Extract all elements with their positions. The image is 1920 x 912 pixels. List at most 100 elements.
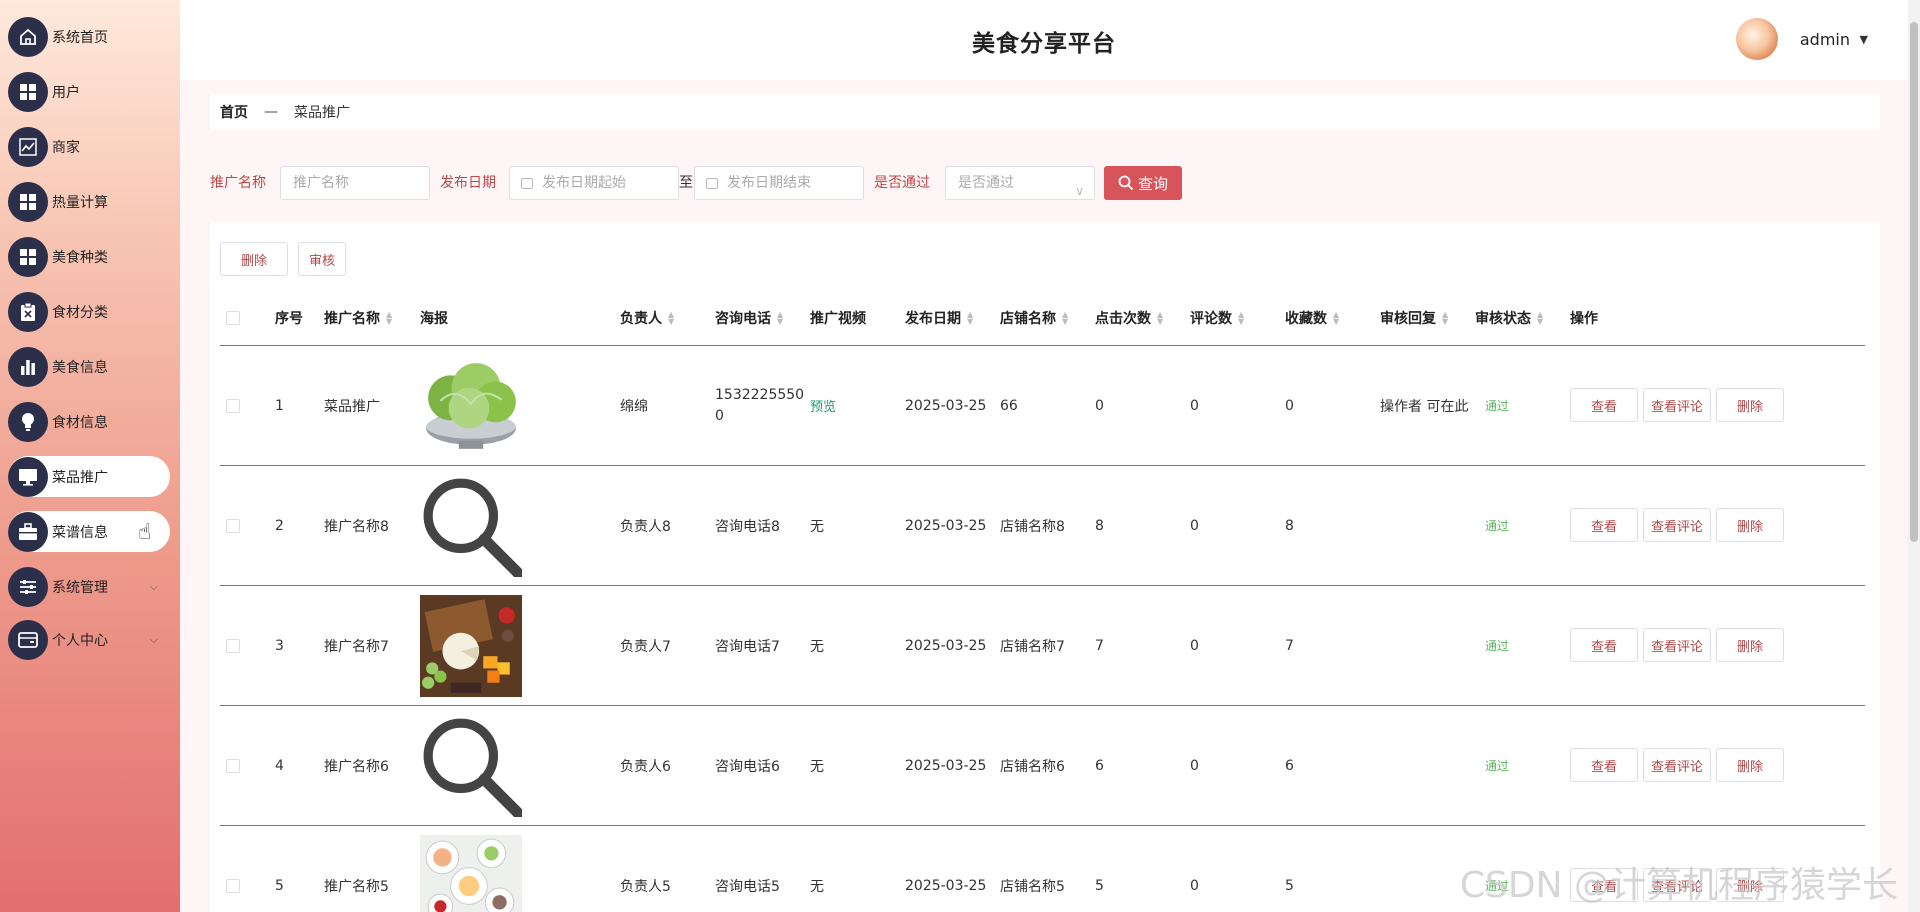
calendar-icon	[521, 178, 533, 189]
scrollbar-thumb[interactable]	[1910, 22, 1918, 542]
sidebar-item-dish-promotion[interactable]: 菜品推广	[8, 456, 170, 497]
header-date[interactable]: 发布日期 ▲ ▼	[905, 290, 973, 345]
sidebar-item-label: 食材信息	[52, 414, 108, 431]
sort-icon[interactable]: ▲ ▼	[668, 310, 674, 325]
view-comments-button[interactable]: 查看评论	[1643, 388, 1711, 422]
select-all-checkbox[interactable]	[226, 290, 240, 345]
date-start-input[interactable]: 发布日期起始	[509, 166, 679, 200]
header-reply[interactable]: 审核回复 ▲ ▼	[1380, 290, 1448, 345]
pass-select[interactable]: 是否通过 ∨	[945, 166, 1095, 200]
checkbox[interactable]	[226, 638, 240, 653]
header-name[interactable]: 推广名称 ▲ ▼	[324, 290, 392, 345]
delete-row-button[interactable]: 删除	[1716, 748, 1784, 782]
cell-poster[interactable]	[420, 586, 522, 705]
view-button[interactable]: 查看	[1570, 388, 1638, 422]
delete-row-button[interactable]: 删除	[1716, 508, 1784, 542]
row-checkbox-cell[interactable]	[226, 346, 240, 465]
date-end-input[interactable]: 发布日期结束	[694, 166, 864, 200]
poster-image-table-spread[interactable]	[420, 834, 522, 912]
sidebar-item-merchant[interactable]: 商家	[8, 126, 170, 167]
avatar[interactable]	[1736, 18, 1778, 60]
delete-row-button[interactable]: 删除	[1716, 388, 1784, 422]
breadcrumb: 首页 — 菜品推广	[210, 94, 1880, 130]
cell-comments: 0	[1190, 877, 1199, 894]
checkbox[interactable]	[226, 878, 240, 893]
user-name[interactable]: admin	[1800, 30, 1850, 49]
sidebar-item-ingredient-info[interactable]: 食材信息	[8, 401, 170, 442]
checkbox[interactable]	[226, 398, 240, 413]
header-favorites[interactable]: 收藏数 ▲ ▼	[1285, 290, 1339, 345]
sort-icon[interactable]: ▲ ▼	[777, 310, 783, 325]
cell-video[interactable]: 预览	[810, 346, 836, 465]
sidebar-item-system-management[interactable]: 系统管理 ⌵	[8, 566, 170, 607]
header-clicks[interactable]: 点击次数 ▲ ▼	[1095, 290, 1163, 345]
audit-button[interactable]: 审核	[298, 242, 346, 276]
delete-row-button[interactable]: 删除	[1716, 628, 1784, 662]
header-index: 序号	[275, 290, 303, 345]
cell-shop: 店铺名称5	[1000, 878, 1065, 895]
grid-icon	[8, 181, 48, 222]
sidebar: 系统首页 用户 商家 热量计算 美食种类 食材分类 美食信息 食材信息 菜品推广…	[0, 0, 180, 912]
header-phone[interactable]: 咨询电话 ▲ ▼	[715, 290, 783, 345]
cell-poster[interactable]	[420, 826, 522, 912]
sidebar-item-calorie[interactable]: 热量计算	[8, 181, 170, 222]
sort-icon[interactable]: ▲ ▼	[967, 310, 973, 325]
sort-icon[interactable]: ▲ ▼	[1333, 310, 1339, 325]
header-video: 推广视频	[810, 290, 866, 345]
view-button[interactable]: 查看	[1570, 508, 1638, 542]
checkbox[interactable]	[226, 310, 240, 325]
caret-down-icon[interactable]: ▼	[1860, 33, 1868, 46]
video-preview-link[interactable]: 预览	[810, 396, 836, 415]
view-comments-button[interactable]: 查看评论	[1643, 628, 1711, 662]
view-comments-button[interactable]: 查看评论	[1643, 748, 1711, 782]
poster-image-search-placeholder[interactable]	[420, 714, 522, 817]
sidebar-item-label: 热量计算	[52, 194, 108, 211]
row-checkbox-cell[interactable]	[226, 586, 240, 705]
sort-icon[interactable]: ▲ ▼	[1442, 310, 1448, 325]
sidebar-item-personal-center[interactable]: 个人中心 ⌵	[8, 619, 170, 660]
data-table: 序号 推广名称 ▲ ▼ 海报 负责人 ▲ ▼ 咨询电话 ▲ ▼ 推广视频 发布日期 ▲ ▼ 店铺…	[220, 290, 1865, 912]
header-status[interactable]: 审核状态 ▲ ▼	[1475, 290, 1543, 345]
row-checkbox-cell[interactable]	[226, 706, 240, 825]
sort-icon[interactable]: ▲ ▼	[1238, 310, 1244, 325]
sort-icon[interactable]: ▲ ▼	[386, 310, 392, 325]
header-shop[interactable]: 店铺名称 ▲ ▼	[1000, 290, 1068, 345]
cell-comments: 0	[1190, 517, 1199, 534]
page-scrollbar[interactable]	[1908, 0, 1920, 912]
row-checkbox-cell[interactable]	[226, 826, 240, 912]
chevron-down-icon: ⌵	[149, 579, 158, 593]
delete-button[interactable]: 删除	[220, 242, 288, 276]
checkbox[interactable]	[226, 518, 240, 533]
view-comments-button[interactable]: 查看评论	[1643, 508, 1711, 542]
header-comments[interactable]: 评论数 ▲ ▼	[1190, 290, 1244, 345]
breadcrumb-home[interactable]: 首页	[220, 102, 248, 122]
poster-image-cheese-board[interactable]	[420, 594, 522, 697]
sort-icon[interactable]: ▲ ▼	[1157, 310, 1163, 325]
bar-chart-icon	[8, 346, 48, 387]
header-poster: 海报	[420, 290, 448, 345]
query-button[interactable]: 查询	[1104, 166, 1182, 200]
row-checkbox-cell[interactable]	[226, 466, 240, 585]
cell-index: 2	[275, 517, 284, 534]
poster-image-search-placeholder[interactable]	[420, 474, 522, 577]
name-input[interactable]: 推广名称	[280, 166, 430, 200]
view-button[interactable]: 查看	[1570, 628, 1638, 662]
poster-image-lettuce[interactable]	[420, 354, 522, 457]
header-owner[interactable]: 负责人 ▲ ▼	[620, 290, 674, 345]
cell-poster[interactable]	[420, 706, 522, 825]
sort-icon[interactable]: ▲ ▼	[1537, 310, 1543, 325]
sidebar-item-home[interactable]: 系统首页	[8, 16, 170, 57]
cell-poster[interactable]	[420, 466, 522, 585]
cell-phone: 咨询电话7	[715, 638, 780, 655]
sidebar-item-ingredient-category[interactable]: 食材分类	[8, 291, 170, 332]
cell-poster[interactable]	[420, 346, 522, 465]
cell-date: 2025-03-25	[905, 757, 987, 774]
sidebar-item-food-type[interactable]: 美食种类	[8, 236, 170, 277]
sidebar-item-users[interactable]: 用户	[8, 71, 170, 112]
view-button[interactable]: 查看	[1570, 748, 1638, 782]
cell-clicks: 0	[1095, 397, 1104, 414]
sidebar-item-food-info[interactable]: 美食信息	[8, 346, 170, 387]
sort-icon[interactable]: ▲ ▼	[1062, 310, 1068, 325]
cell-video: 无	[810, 518, 824, 535]
checkbox[interactable]	[226, 758, 240, 773]
